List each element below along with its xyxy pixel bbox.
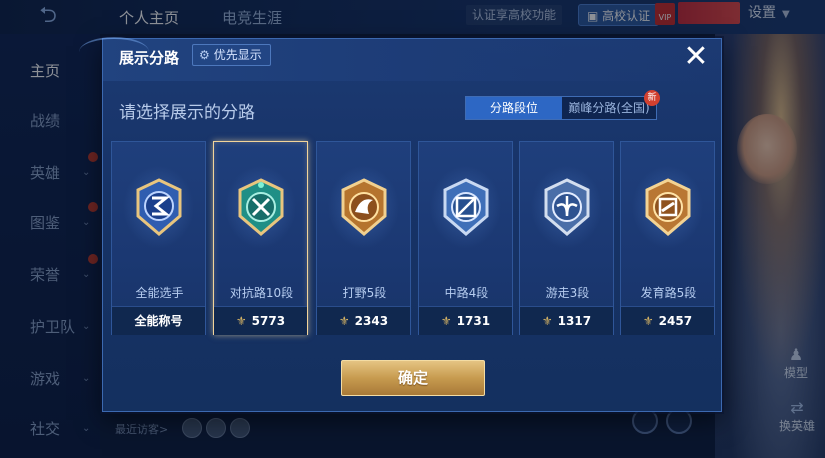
lane-card-mid[interactable]: 中路4段 ⚜ 1731 <box>418 141 513 335</box>
lane-name: 打野5段 <box>342 286 387 300</box>
lane-value: ⚜ 2343 <box>317 306 410 335</box>
lane-card-list: 全能选手 全能称号 对抗路10段 ⚜ 5773 打野5段 ⚜ 2343 中路4段… <box>111 141 715 335</box>
roam-badge-icon <box>544 178 590 236</box>
lane-value: ⚜ 5773 <box>214 306 307 335</box>
dialog-title: 展示分路 <box>119 49 180 67</box>
lane-card-clash[interactable]: 对抗路10段 ⚜ 5773 <box>213 141 308 335</box>
power-icon: ⚜ <box>338 314 350 328</box>
segment-peak-lane[interactable]: 巅峰分路(全国) <box>562 97 656 119</box>
lane-name: 对抗路10段 <box>229 286 294 300</box>
confirm-button[interactable]: 确定 <box>341 360 485 396</box>
clash-lane-badge-icon <box>238 178 284 236</box>
dialog-subtitle: 请选择展示的分路 <box>119 103 255 123</box>
all-round-badge-icon <box>136 178 182 236</box>
lane-name: 游走3段 <box>545 286 590 300</box>
close-button[interactable]: ✕ <box>679 41 713 75</box>
lane-card-all-round[interactable]: 全能选手 全能称号 <box>111 141 206 335</box>
lane-name: 发育路5段 <box>640 286 697 300</box>
lane-value: ⚜ 1731 <box>419 306 512 335</box>
new-badge: 新 <box>644 90 660 106</box>
lane-name: 全能选手 <box>135 286 184 300</box>
jungle-badge-icon <box>341 178 387 236</box>
lane-card-farm[interactable]: 发育路5段 ⚜ 2457 <box>620 141 715 335</box>
lane-display-dialog: 展示分路 ⚙ 优先显示 ✕ 请选择展示的分路 分路段位 巅峰分路(全国) 新 全能… <box>79 37 722 412</box>
power-icon: ⚜ <box>235 314 247 328</box>
power-icon: ⚜ <box>541 314 553 328</box>
close-icon: ✕ <box>683 39 709 74</box>
gear-icon: ⚙ <box>199 48 210 62</box>
power-icon: ⚜ <box>642 314 654 328</box>
lane-name: 中路4段 <box>444 286 489 300</box>
lane-mode-toggle: 分路段位 巅峰分路(全国) 新 <box>465 90 660 120</box>
lane-card-roam[interactable]: 游走3段 ⚜ 1317 <box>519 141 614 335</box>
lane-value: ⚜ 2457 <box>621 306 714 335</box>
farm-lane-badge-icon <box>645 178 691 236</box>
dialog-header: 展示分路 ⚙ 优先显示 ✕ <box>79 37 721 81</box>
lane-value: ⚜ 1317 <box>520 306 613 335</box>
segment-lane-rank[interactable]: 分路段位 <box>466 97 562 119</box>
power-icon: ⚜ <box>440 314 452 328</box>
lane-card-jungle[interactable]: 打野5段 ⚜ 2343 <box>316 141 411 335</box>
lane-value: 全能称号 <box>112 306 205 335</box>
priority-display-button[interactable]: ⚙ 优先显示 <box>192 44 271 66</box>
mid-lane-badge-icon <box>443 178 489 236</box>
